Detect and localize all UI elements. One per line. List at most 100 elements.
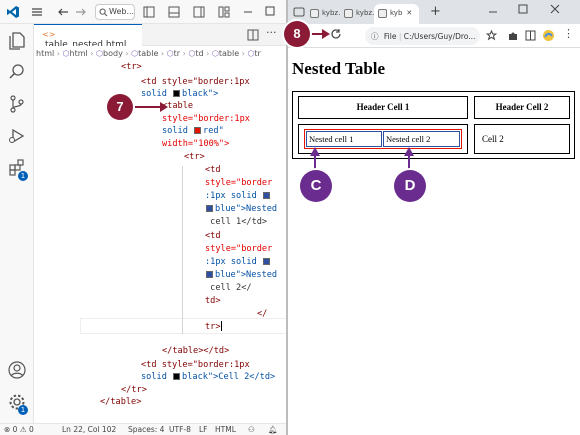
browser-tab-label: kybz.in <box>356 9 374 17</box>
breadcrumb-item[interactable]: table <box>138 49 158 58</box>
close-window-icon[interactable] <box>550 4 560 14</box>
minimize-icon[interactable] <box>243 7 253 17</box>
code-token: <td <box>205 231 221 241</box>
explorer-icon[interactable] <box>7 30 27 50</box>
run-debug-icon[interactable] <box>7 126 27 146</box>
color-swatch-black[interactable] <box>173 90 181 97</box>
toggle-primary-sidebar-icon[interactable] <box>143 6 155 18</box>
error-count: 0 <box>12 425 18 434</box>
favorite-star-icon[interactable] <box>486 30 497 41</box>
browser-tab[interactable]: kybz.in <box>306 4 340 24</box>
copilot-icon[interactable]: ⚇ <box>248 425 255 434</box>
code-token: tr> <box>205 322 221 332</box>
settings-more-icon[interactable]: ⋮ <box>563 27 574 40</box>
tab-actions-icon[interactable] <box>293 6 305 18</box>
extensions-puzzle-icon[interactable] <box>507 30 518 41</box>
header-cell-1: Header Cell 1 <box>298 96 468 119</box>
color-swatch-blue[interactable] <box>206 271 213 278</box>
callout-d-badge: D <box>394 170 426 202</box>
more-actions-icon[interactable]: ··· <box>266 26 277 39</box>
code-token: </table> <box>100 397 142 407</box>
code-token: <td style="border:1px <box>141 77 250 87</box>
cursor-position[interactable]: Ln 22, Col 102 <box>62 425 116 434</box>
code-token: <tr> <box>121 62 142 72</box>
code-token: cell 1</td> <box>205 217 268 227</box>
maximize-icon[interactable] <box>265 6 275 16</box>
header-cell-2: Header Cell 2 <box>474 96 570 119</box>
favicon-icon <box>310 9 319 18</box>
favicon-icon <box>344 9 353 18</box>
split-screen-icon[interactable] <box>525 30 536 41</box>
code-token: :1px solid <box>205 191 262 201</box>
outer-cell-2: Cell 2 <box>474 124 570 154</box>
address-path: C:/Users/Guy/Dro... <box>403 32 476 41</box>
code-token: solid <box>141 89 173 99</box>
toggle-panel-icon[interactable] <box>168 6 180 18</box>
copilot-icon[interactable] <box>542 29 555 42</box>
language-mode-status[interactable]: HTML <box>215 425 236 434</box>
browser-tab-strip: kybz.in kybz.in kyb✕ + <box>288 0 580 24</box>
code-token: red" <box>203 126 224 136</box>
address-scheme: File <box>383 32 397 41</box>
back-arrow-icon[interactable] <box>57 7 69 17</box>
status-bar: ⊗ 0 ⚠ 0 Ln 22, Col 102 Spaces: 4 UTF-8 L… <box>0 423 287 435</box>
minimize-icon[interactable] <box>488 7 498 17</box>
vscode-logo-icon <box>7 6 19 18</box>
text-cursor <box>220 321 222 331</box>
settings-badge: 1 <box>18 405 28 415</box>
breadcrumb-item[interactable]: td <box>195 49 203 58</box>
customize-layout-icon[interactable] <box>218 6 230 18</box>
menu-icon[interactable] <box>31 7 43 17</box>
vscode-title-bar: Web... <box>0 0 287 24</box>
editor-tab-table-nested[interactable]: <> table_nested.html ✕ <box>34 24 142 60</box>
command-search-text: Web... <box>109 7 135 16</box>
color-swatch-black[interactable] <box>173 373 181 380</box>
search-icon <box>99 8 108 17</box>
command-search-box[interactable]: Web... <box>95 4 135 20</box>
nested-cell-1: Nested cell 1 <box>306 131 382 147</box>
code-token: style="border:1px <box>162 114 250 124</box>
problems-status[interactable]: ⊗ 0 ⚠ 0 <box>4 425 34 434</box>
breadcrumb-item[interactable]: body <box>103 49 123 58</box>
color-swatch-red[interactable] <box>194 127 202 134</box>
new-tab-button[interactable]: + <box>430 4 441 19</box>
breadcrumb: html › ⬡html › ⬡body › ⬡table › ⬡tr › ⬡t… <box>34 46 287 62</box>
toggle-secondary-sidebar-icon[interactable] <box>193 6 205 18</box>
encoding-status[interactable]: UTF-8 <box>169 425 191 434</box>
color-swatch-blue[interactable] <box>262 258 270 265</box>
breadcrumb-item[interactable]: table <box>219 49 239 58</box>
color-swatch-blue[interactable] <box>262 192 270 199</box>
search-view-icon[interactable] <box>7 62 27 82</box>
breadcrumb-item[interactable]: html <box>70 49 88 58</box>
code-token: width="100%"> <box>162 139 230 149</box>
split-editor-icon[interactable] <box>247 29 259 41</box>
address-bar[interactable]: ⓘ File | C:/Users/Guy/Dro... <box>365 27 480 45</box>
html-file-icon: <> <box>42 30 56 39</box>
forward-arrow-icon[interactable] <box>75 7 87 17</box>
close-tab-icon[interactable]: ✕ <box>406 9 412 17</box>
breadcrumb-item[interactable]: tr <box>254 49 260 58</box>
callout-8-badge: 8 <box>284 21 310 47</box>
account-icon[interactable] <box>7 360 27 380</box>
browser-tab-label: kybz.in <box>322 9 340 17</box>
notifications-bell-icon[interactable]: 🔔︎ <box>268 425 278 434</box>
code-token: td> <box>205 296 221 306</box>
tag-icon: ⬡ <box>166 49 174 58</box>
code-token: black"> <box>182 89 219 99</box>
callout-c-badge: C <box>300 170 332 202</box>
source-control-icon[interactable] <box>7 94 27 114</box>
eol-status[interactable]: LF <box>199 425 208 434</box>
code-token: </table></td> <box>162 346 230 356</box>
info-icon[interactable]: ⓘ <box>371 32 379 41</box>
current-line-highlight <box>80 318 287 334</box>
code-token: blue">Nested <box>215 270 278 280</box>
indentation-status[interactable]: Spaces: 4 <box>128 425 164 434</box>
code-token: :1px solid <box>205 257 262 267</box>
maximize-icon[interactable] <box>518 4 528 14</box>
color-swatch-blue[interactable] <box>206 205 213 212</box>
breadcrumb-item[interactable]: html <box>36 49 54 58</box>
browser-tab[interactable]: kybz.in <box>340 4 374 24</box>
warning-count: 0 <box>28 425 34 434</box>
browser-tab-active[interactable]: kyb ✕ <box>374 4 419 24</box>
activity-bar: 1 1 <box>0 24 34 423</box>
